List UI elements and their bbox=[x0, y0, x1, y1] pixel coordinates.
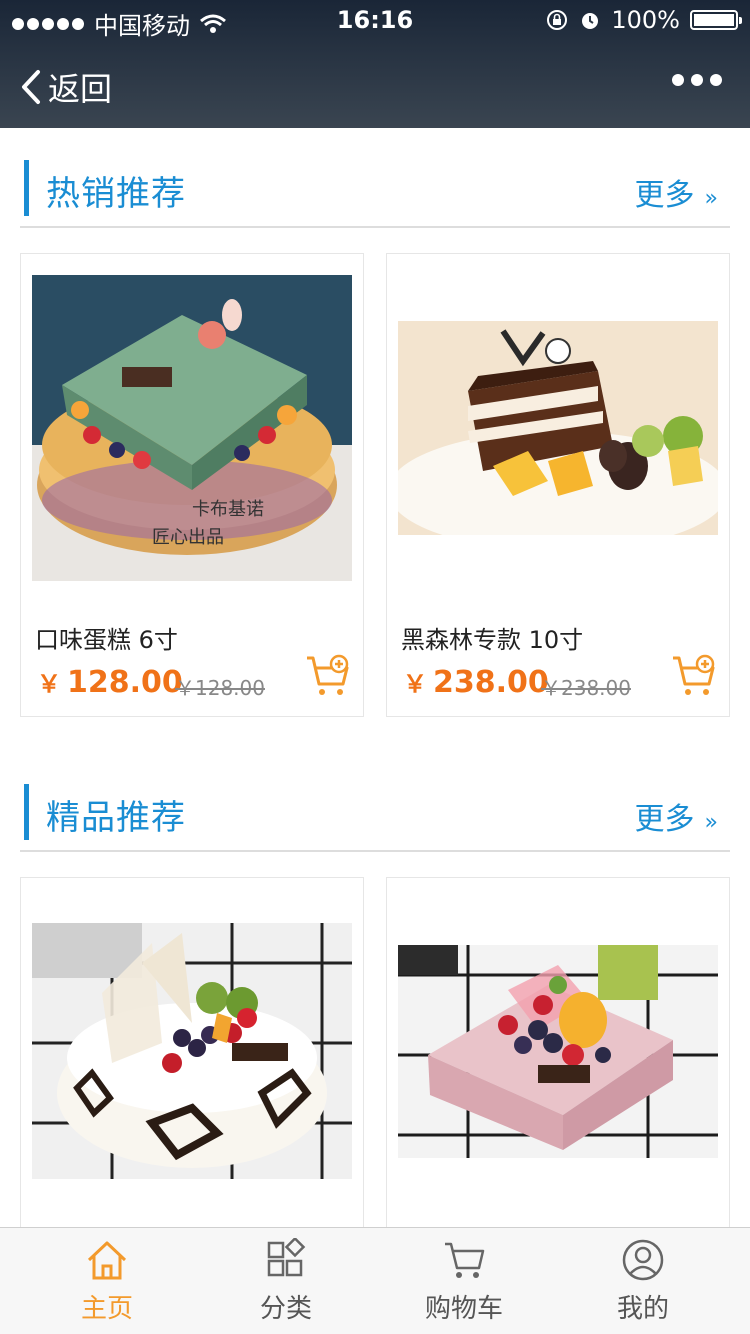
original-price: ￥128.00 bbox=[175, 676, 265, 700]
price-value: 238.00 bbox=[433, 665, 549, 700]
product-name[interactable]: 黑森林专款 10寸 bbox=[401, 620, 583, 655]
product-card[interactable] bbox=[386, 877, 730, 1237]
back-button[interactable]: 返回 bbox=[20, 64, 112, 110]
more-link[interactable]: 更多 » bbox=[635, 170, 718, 214]
cart-icon bbox=[445, 1242, 485, 1278]
section-accent-bar bbox=[24, 160, 29, 216]
price-value: 128.00 bbox=[67, 665, 183, 700]
product-name[interactable]: 口味蛋糕 6寸 bbox=[35, 620, 178, 655]
status-bar: 中国移动 16:16 100% bbox=[0, 0, 750, 42]
home-icon bbox=[87, 1241, 127, 1280]
rotation-lock-icon bbox=[547, 10, 568, 30]
tab-label: 主页 bbox=[80, 1294, 133, 1324]
product-image[interactable] bbox=[398, 945, 718, 1158]
currency-symbol: ￥ bbox=[37, 670, 61, 698]
battery-percent: 100% bbox=[611, 6, 680, 34]
product-card[interactable]: 黑森林专款 10寸 ￥ 238.00 ￥238.00 bbox=[386, 253, 730, 717]
more-link[interactable]: 更多 » bbox=[635, 794, 718, 838]
double-chevron-icon: » bbox=[704, 810, 718, 835]
product-price: ￥ 128.00 bbox=[37, 664, 183, 700]
tab-label: 分类 bbox=[259, 1294, 312, 1324]
product-price: ￥ 238.00 bbox=[403, 664, 549, 700]
add-to-cart-icon[interactable] bbox=[305, 654, 351, 698]
product-image[interactable]: 卡布基诺 匠心出品 bbox=[32, 275, 352, 581]
add-to-cart-icon[interactable] bbox=[671, 654, 717, 698]
original-price: ￥238.00 bbox=[541, 676, 631, 700]
tab-cart[interactable]: 购物车 bbox=[375, 1228, 553, 1334]
currency-symbol: ￥ bbox=[403, 670, 427, 698]
product-card[interactable] bbox=[20, 877, 364, 1237]
product-image[interactable] bbox=[398, 321, 718, 535]
tab-bar: 主页 分类 购物车 我的 bbox=[0, 1227, 750, 1334]
product-image[interactable] bbox=[32, 923, 352, 1179]
section-header-featured: 精品推荐 更多 » bbox=[20, 776, 730, 852]
svg-text:卡布基诺: 卡布基诺 bbox=[192, 499, 264, 520]
top-bar: 中国移动 16:16 100% 返回 bbox=[0, 0, 750, 128]
alarm-icon bbox=[582, 13, 599, 29]
more-label: 更多 bbox=[634, 178, 695, 213]
tab-home[interactable]: 主页 bbox=[18, 1228, 196, 1334]
section-accent-bar bbox=[24, 784, 29, 840]
more-label: 更多 bbox=[634, 802, 695, 837]
nav-bar: 返回 bbox=[0, 42, 750, 128]
more-options-button[interactable] bbox=[672, 74, 722, 86]
battery-icon bbox=[690, 10, 742, 30]
product-card[interactable]: 卡布基诺 匠心出品 口味蛋糕 6寸 ￥ 128.00 ￥128.00 bbox=[20, 253, 364, 717]
tab-label: 购物车 bbox=[424, 1294, 503, 1324]
chevron-left-icon bbox=[22, 70, 40, 104]
double-chevron-icon: » bbox=[704, 186, 718, 211]
tab-category[interactable]: 分类 bbox=[197, 1228, 375, 1334]
tab-label: 我的 bbox=[616, 1294, 669, 1324]
svg-text:匠心出品: 匠心出品 bbox=[152, 527, 224, 548]
grid-icon bbox=[267, 1238, 306, 1277]
section-title: 热销推荐 bbox=[46, 174, 186, 214]
section-title: 精品推荐 bbox=[46, 798, 186, 838]
back-label: 返回 bbox=[48, 70, 113, 108]
section-header-hot: 热销推荐 更多 » bbox=[20, 152, 730, 228]
tab-profile[interactable]: 我的 bbox=[554, 1228, 732, 1334]
user-icon bbox=[622, 1239, 664, 1281]
